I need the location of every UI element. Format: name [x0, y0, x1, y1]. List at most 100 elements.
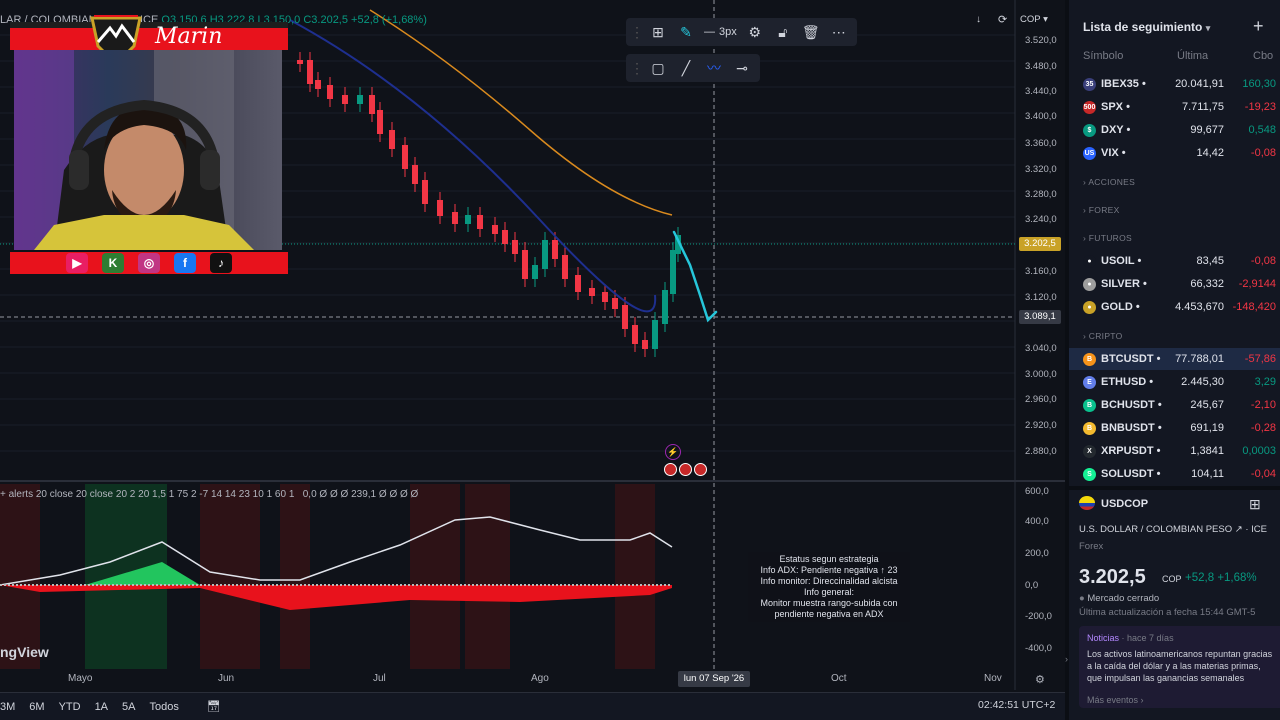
price-axis-label: 3.120,0 [1025, 292, 1057, 303]
column-change[interactable]: Cbo [1253, 50, 1273, 62]
watchlist-symbol: XRPUSDT • [1101, 445, 1161, 457]
layout-icon[interactable]: ⊞ [1249, 496, 1261, 513]
trash-icon[interactable]: 🗑︎ [797, 19, 825, 45]
refresh-icon[interactable]: ⟳ [998, 13, 1012, 27]
horizontal-line-icon[interactable]: ⊸ [728, 55, 756, 81]
line-width-selector[interactable]: — 3px [700, 26, 741, 38]
settings-icon[interactable]: ⚙ [1035, 673, 1045, 686]
watchlist-last: 4.453,670 [1175, 301, 1224, 313]
range-3m-button[interactable]: 3M [0, 701, 15, 713]
lightning-event-icon[interactable]: ⚡ [665, 444, 681, 460]
watchlist-row-gold[interactable]: ● GOLD • 4.453,670 -148,420 [1069, 296, 1280, 318]
panel-collapse-icon[interactable]: › [1065, 654, 1068, 664]
indicator-legend[interactable]: + alerts 20 close 20 close 20 2 20 1,5 1… [0, 489, 418, 500]
drawing-toolbar: ⋮ ⊞ ✎ — 3px ⚙ 🔓︎ 🗑︎ ⋯ [626, 18, 857, 46]
candle-body [477, 215, 483, 229]
range-all-button[interactable]: Todos [150, 701, 179, 713]
us-flag-icon[interactable] [679, 463, 692, 476]
tradingview-logo[interactable]: ngView [0, 644, 49, 660]
watchlist-symbol: ETHUSD • [1101, 376, 1154, 388]
more-icon[interactable]: ⋯ [825, 19, 853, 45]
chevron-down-icon: ▾ [1205, 23, 1211, 33]
time-label: Ago [531, 673, 549, 684]
range-5y-button[interactable]: 5A [122, 701, 135, 713]
range-bar: 3M 6M YTD 1A 5A Todos 📅︎ [0, 692, 1065, 720]
youtube-icon[interactable]: ▶ [66, 253, 88, 273]
price-axis-label: 3.160,0 [1025, 266, 1057, 277]
column-symbol[interactable]: Símbolo [1083, 50, 1123, 62]
news-card[interactable]: Noticias · hace 7 días Los activos latin… [1079, 626, 1280, 708]
calendar-icon[interactable]: 📅︎ [207, 700, 221, 713]
drag-handle-icon[interactable]: ⋮ [630, 55, 644, 81]
line-width-label: 3px [719, 26, 737, 38]
us-flag-icon[interactable] [694, 463, 707, 476]
more-events-link[interactable]: Más eventos › [1087, 694, 1276, 706]
candle-body [612, 298, 618, 309]
watchlist-panel: Lista de seguimiento ▾ + Símbolo Última … [1065, 0, 1280, 720]
clock[interactable]: 02:42:51 UTC+2 [978, 699, 1055, 711]
rectangle-icon[interactable]: ▢ [644, 55, 672, 81]
symbol-logo-icon: E [1083, 375, 1096, 389]
pencil-icon[interactable]: ✎ [672, 19, 700, 45]
watchlist-row-spx[interactable]: 500 SPX • 7.711,75 -19,23 [1069, 96, 1280, 118]
watchlist-row-xrpusdt[interactable]: X XRPUSDT • 1,3841 0,0003 [1069, 440, 1280, 462]
range-ytd-button[interactable]: YTD [59, 701, 81, 713]
candle-body [327, 85, 333, 99]
price-axis-label: 3.480,0 [1025, 61, 1057, 72]
candle-body [575, 275, 581, 292]
watchlist-row-usoil[interactable]: ● USOIL • 83,45 -0,08 [1069, 250, 1280, 272]
watchlist-section-cripto[interactable]: › CRIPTO [1083, 331, 1123, 341]
add-symbol-icon[interactable]: + [1253, 16, 1264, 37]
tiktok-icon[interactable]: ♪ [210, 253, 232, 273]
column-last[interactable]: Última [1177, 50, 1208, 62]
us-flag-icon[interactable] [664, 463, 677, 476]
settings-icon[interactable]: ⚙ [741, 19, 769, 45]
detail-name[interactable]: U.S. DOLLAR / COLOMBIAN PESO ↗ · ICE [1079, 524, 1267, 535]
watchlist-row-vix[interactable]: US VIX • 14,42 -0,08 [1069, 142, 1280, 164]
watchlist-change: -2,10 [1250, 399, 1276, 411]
candle-body [307, 60, 313, 84]
instagram-icon[interactable]: ◎ [138, 253, 160, 273]
trend-line-icon[interactable]: ╱ [672, 55, 700, 81]
templates-icon[interactable]: ⊞ [644, 19, 672, 45]
watchlist-symbol: SILVER • [1101, 278, 1147, 290]
watchlist-row-solusdt[interactable]: S SOLUSDT • 104,11 -0,04 [1069, 463, 1280, 485]
kick-icon[interactable]: K [102, 253, 124, 273]
currency-selector[interactable]: COP ▾ [1020, 14, 1048, 25]
watchlist-row-ibex35[interactable]: 35 IBEX35 • 20.041,91 160,30 [1069, 73, 1280, 95]
download-icon[interactable]: ↓ [976, 14, 990, 28]
symbol-logo-icon: ● [1083, 254, 1096, 268]
range-6m-button[interactable]: 6M [29, 701, 44, 713]
drag-handle-icon[interactable]: ⋮ [630, 19, 644, 45]
watchlist-row-bnbusdt[interactable]: B BNBUSDT • 691,19 -0,28 [1069, 417, 1280, 439]
news-text[interactable]: Los activos latinoamericanos repuntan gr… [1087, 648, 1276, 690]
watchlist-row-ethusd[interactable]: E ETHUSD • 2.445,30 3,29 [1069, 371, 1280, 393]
detail-symbol[interactable]: USDCOP [1101, 498, 1148, 510]
watchlist-row-btcusdt[interactable]: B BTCUSDT • 77.788,01 -57,86 [1069, 348, 1280, 370]
news-label: Noticias [1087, 633, 1120, 643]
facebook-icon[interactable]: f [174, 253, 196, 273]
range-1y-button[interactable]: 1A [95, 701, 108, 713]
watchlist-title[interactable]: Lista de seguimiento ▾ [1083, 20, 1210, 34]
watchlist-section-futuros[interactable]: › FUTUROS [1083, 233, 1132, 243]
candle-body [622, 305, 628, 329]
time-label: Mayo [68, 673, 93, 684]
candle-body [402, 145, 408, 169]
lock-icon[interactable]: 🔓︎ [769, 19, 797, 45]
price-axis-label: 3.400,0 [1025, 111, 1057, 122]
watchlist-section-acciones[interactable]: › ACCIONES [1083, 177, 1135, 187]
economic-events[interactable] [664, 463, 708, 477]
watchlist-section-forex[interactable]: › FOREX [1083, 205, 1120, 215]
detail-change-pct: +1,68% [1217, 572, 1257, 584]
symbol-logo-icon: B [1083, 398, 1096, 412]
ohlc-close: 3.202,5 +52,8 (+1,68%) [311, 14, 427, 26]
watchlist-row-silver[interactable]: ● SILVER • 66,332 -2,9144 [1069, 273, 1280, 295]
indicator-axis-label: -200,0 [1025, 611, 1052, 622]
candle-body [522, 250, 528, 279]
watchlist-symbol: BTCUSDT • [1101, 353, 1161, 365]
user-drawing [672, 230, 718, 323]
brush-icon[interactable]: 〰 [700, 55, 728, 81]
watchlist-row-dxy[interactable]: $ DXY • 99,677 0,548 [1069, 119, 1280, 141]
watchlist-row-bchusdt[interactable]: B BCHUSDT • 245,67 -2,10 [1069, 394, 1280, 416]
candle-body [632, 325, 638, 344]
